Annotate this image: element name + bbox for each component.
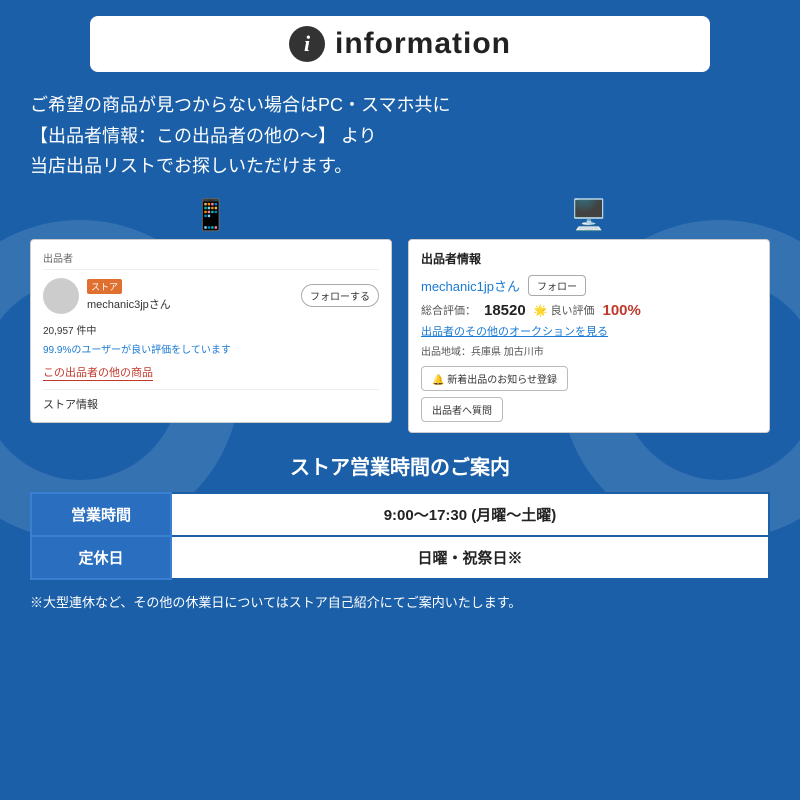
follow-button[interactable]: フォローする xyxy=(301,284,379,307)
good-percentage: 100% xyxy=(602,302,640,319)
seller-info: ストア mechanic3jpさん xyxy=(87,279,293,312)
seller-location: 出品地域：兵庫県 加古川市 xyxy=(421,343,757,358)
info-banner: i information xyxy=(90,16,710,72)
desc-line3: 当店出品リストでお探しいただけます。 xyxy=(30,156,352,176)
store-hours-title: ストア営業時間のご案内 xyxy=(30,451,770,480)
desc-line1: ご希望の商品が見つからない場合はPC・スマホ共に xyxy=(30,95,450,115)
hours-note: ※大型連休など、その他の休業日についてはストア自己紹介にてご案内いたします。 xyxy=(30,592,770,611)
hours-value-holiday: 日曜・祝祭日※ xyxy=(171,536,769,579)
hours-label-business: 営業時間 xyxy=(31,493,171,536)
right-seller-row: mechanic1jpさん フォロー xyxy=(421,275,757,296)
screenshots-row: 📱 出品者 ストア mechanic3jpさん フォローする 20,957 件中… xyxy=(30,198,770,433)
avatar xyxy=(43,278,79,314)
hours-row-business: 営業時間 9:00〜17:30 (月曜〜土曜) xyxy=(31,493,769,536)
question-button[interactable]: 出品者へ質問 xyxy=(421,397,503,422)
hours-value-business: 9:00〜17:30 (月曜〜土曜) xyxy=(171,493,769,536)
panel-stats: 20,957 件中 xyxy=(43,322,379,337)
right-seller-name: mechanic1jpさん xyxy=(421,276,520,295)
seller-name: mechanic3jpさん xyxy=(87,299,171,311)
hours-table: 営業時間 9:00〜17:30 (月曜〜土曜) 定休日 日曜・祝祭日※ xyxy=(30,492,770,580)
pc-screenshot-wrapper: 🖥️ 出品者情報 mechanic1jpさん フォロー 総合評価： 18520 … xyxy=(408,198,770,433)
left-panel: 出品者 ストア mechanic3jpさん フォローする 20,957 件中 9… xyxy=(30,239,392,423)
left-seller-row: ストア mechanic3jpさん フォローする xyxy=(43,278,379,314)
panel-positive-rate: 99.9%のユーザーが良い評価をしています xyxy=(43,341,379,356)
phone-icon: 📱 xyxy=(192,198,229,233)
other-items-link[interactable]: この出品者の他の商品 xyxy=(43,364,153,381)
rating-number: 18520 xyxy=(484,302,526,319)
right-panel-title: 出品者情報 xyxy=(421,250,757,267)
right-follow-button[interactable]: フォロー xyxy=(528,275,586,296)
info-title: information xyxy=(335,27,511,61)
info-icon: i xyxy=(289,26,325,62)
good-label: 🌟 良い評価 xyxy=(534,302,595,318)
pc-icon: 🖥️ xyxy=(570,198,607,233)
store-info-link[interactable]: ストア情報 xyxy=(43,389,379,412)
left-panel-label: 出品者 xyxy=(43,250,379,270)
mobile-screenshot-wrapper: 📱 出品者 ストア mechanic3jpさん フォローする 20,957 件中… xyxy=(30,198,392,423)
hours-label-holiday: 定休日 xyxy=(31,536,171,579)
notify-button[interactable]: 🔔 新着出品のお知らせ登録 xyxy=(421,366,568,391)
rating-label: 総合評価： xyxy=(421,302,476,318)
main-description: ご希望の商品が見つからない場合はPC・スマホ共に 【出品者情報：この出品者の他の… xyxy=(30,90,770,182)
main-container: i information ご希望の商品が見つからない場合はPC・スマホ共に 【… xyxy=(0,0,800,627)
desc-line2: 【出品者情報：この出品者の他の〜】 より xyxy=(30,126,377,146)
auction-link[interactable]: 出品者のその他のオークションを見る xyxy=(421,323,757,339)
hours-row-holiday: 定休日 日曜・祝祭日※ xyxy=(31,536,769,579)
right-panel: 出品者情報 mechanic1jpさん フォロー 総合評価： 18520 🌟 良… xyxy=(408,239,770,433)
store-hours-section: ストア営業時間のご案内 営業時間 9:00〜17:30 (月曜〜土曜) 定休日 … xyxy=(30,451,770,611)
right-rating-row: 総合評価： 18520 🌟 良い評価 100% xyxy=(421,302,757,319)
store-badge: ストア xyxy=(87,279,122,294)
